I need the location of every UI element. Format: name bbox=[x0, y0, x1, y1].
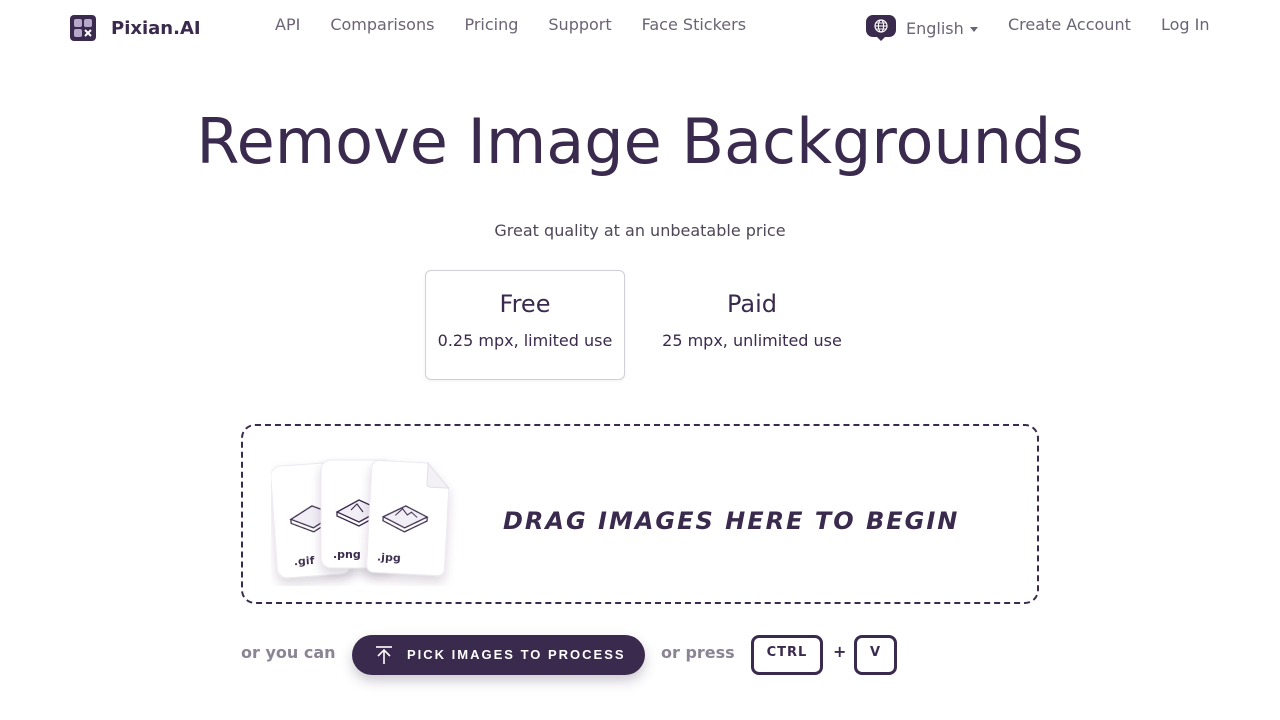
plan-description: 25 mpx, unlimited use bbox=[662, 331, 842, 350]
upload-arrow-icon bbox=[376, 646, 392, 664]
main-nav: API Comparisons Pricing Support Face Sti… bbox=[260, 14, 761, 36]
pick-images-label: PICK IMAGES TO PROCESS bbox=[407, 647, 626, 662]
image-files-icon: .gif .png .jpg bbox=[271, 459, 450, 579]
nav-item-support[interactable]: Support bbox=[533, 14, 626, 36]
nav-item-face-stickers[interactable]: Face Stickers bbox=[627, 14, 761, 36]
create-account-link[interactable]: Create Account bbox=[1008, 14, 1131, 36]
plan-description: 0.25 mpx, limited use bbox=[437, 331, 613, 350]
site-header: Pixian.AI API Comparisons Pricing Suppor… bbox=[0, 0, 1280, 52]
chevron-down-icon bbox=[969, 27, 978, 32]
file-type-label: .png bbox=[333, 548, 361, 561]
v-key: V bbox=[854, 635, 897, 675]
plan-name: Paid bbox=[726, 290, 777, 318]
brand-name: Pixian.AI bbox=[111, 17, 201, 39]
logo-link[interactable]: Pixian.AI bbox=[70, 15, 201, 41]
page-title: Remove Image Backgrounds bbox=[196, 105, 1084, 178]
image-drop-zone[interactable]: .gif .png .jpg DRAG IMAGES HERE TO BEGIN bbox=[241, 424, 1039, 604]
page-subtitle: Great quality at an unbeatable price bbox=[494, 221, 786, 240]
or-press-label: or press bbox=[661, 643, 735, 662]
plan-name: Free bbox=[499, 290, 551, 318]
ctrl-key: CTRL bbox=[751, 635, 823, 675]
plus-sign: + bbox=[833, 642, 847, 661]
file-type-label: .jpg bbox=[377, 550, 401, 564]
plan-option-free[interactable]: Free 0.25 mpx, limited use bbox=[425, 270, 625, 380]
language-label: English bbox=[906, 18, 964, 38]
language-selector[interactable]: English bbox=[866, 15, 978, 41]
globe-icon bbox=[866, 15, 896, 41]
or-you-can-label: or you can bbox=[241, 643, 336, 662]
pick-images-button[interactable]: PICK IMAGES TO PROCESS bbox=[352, 635, 645, 675]
nav-item-pricing[interactable]: Pricing bbox=[449, 14, 533, 36]
nav-item-comparisons[interactable]: Comparisons bbox=[315, 14, 449, 36]
file-type-label: .gif bbox=[293, 554, 315, 568]
drop-zone-text: DRAG IMAGES HERE TO BEGIN bbox=[503, 507, 960, 535]
login-link[interactable]: Log In bbox=[1161, 14, 1210, 36]
pixian-logo-icon bbox=[70, 15, 96, 41]
plan-option-paid[interactable]: Paid 25 mpx, unlimited use bbox=[652, 270, 852, 380]
nav-item-api[interactable]: API bbox=[260, 14, 315, 36]
